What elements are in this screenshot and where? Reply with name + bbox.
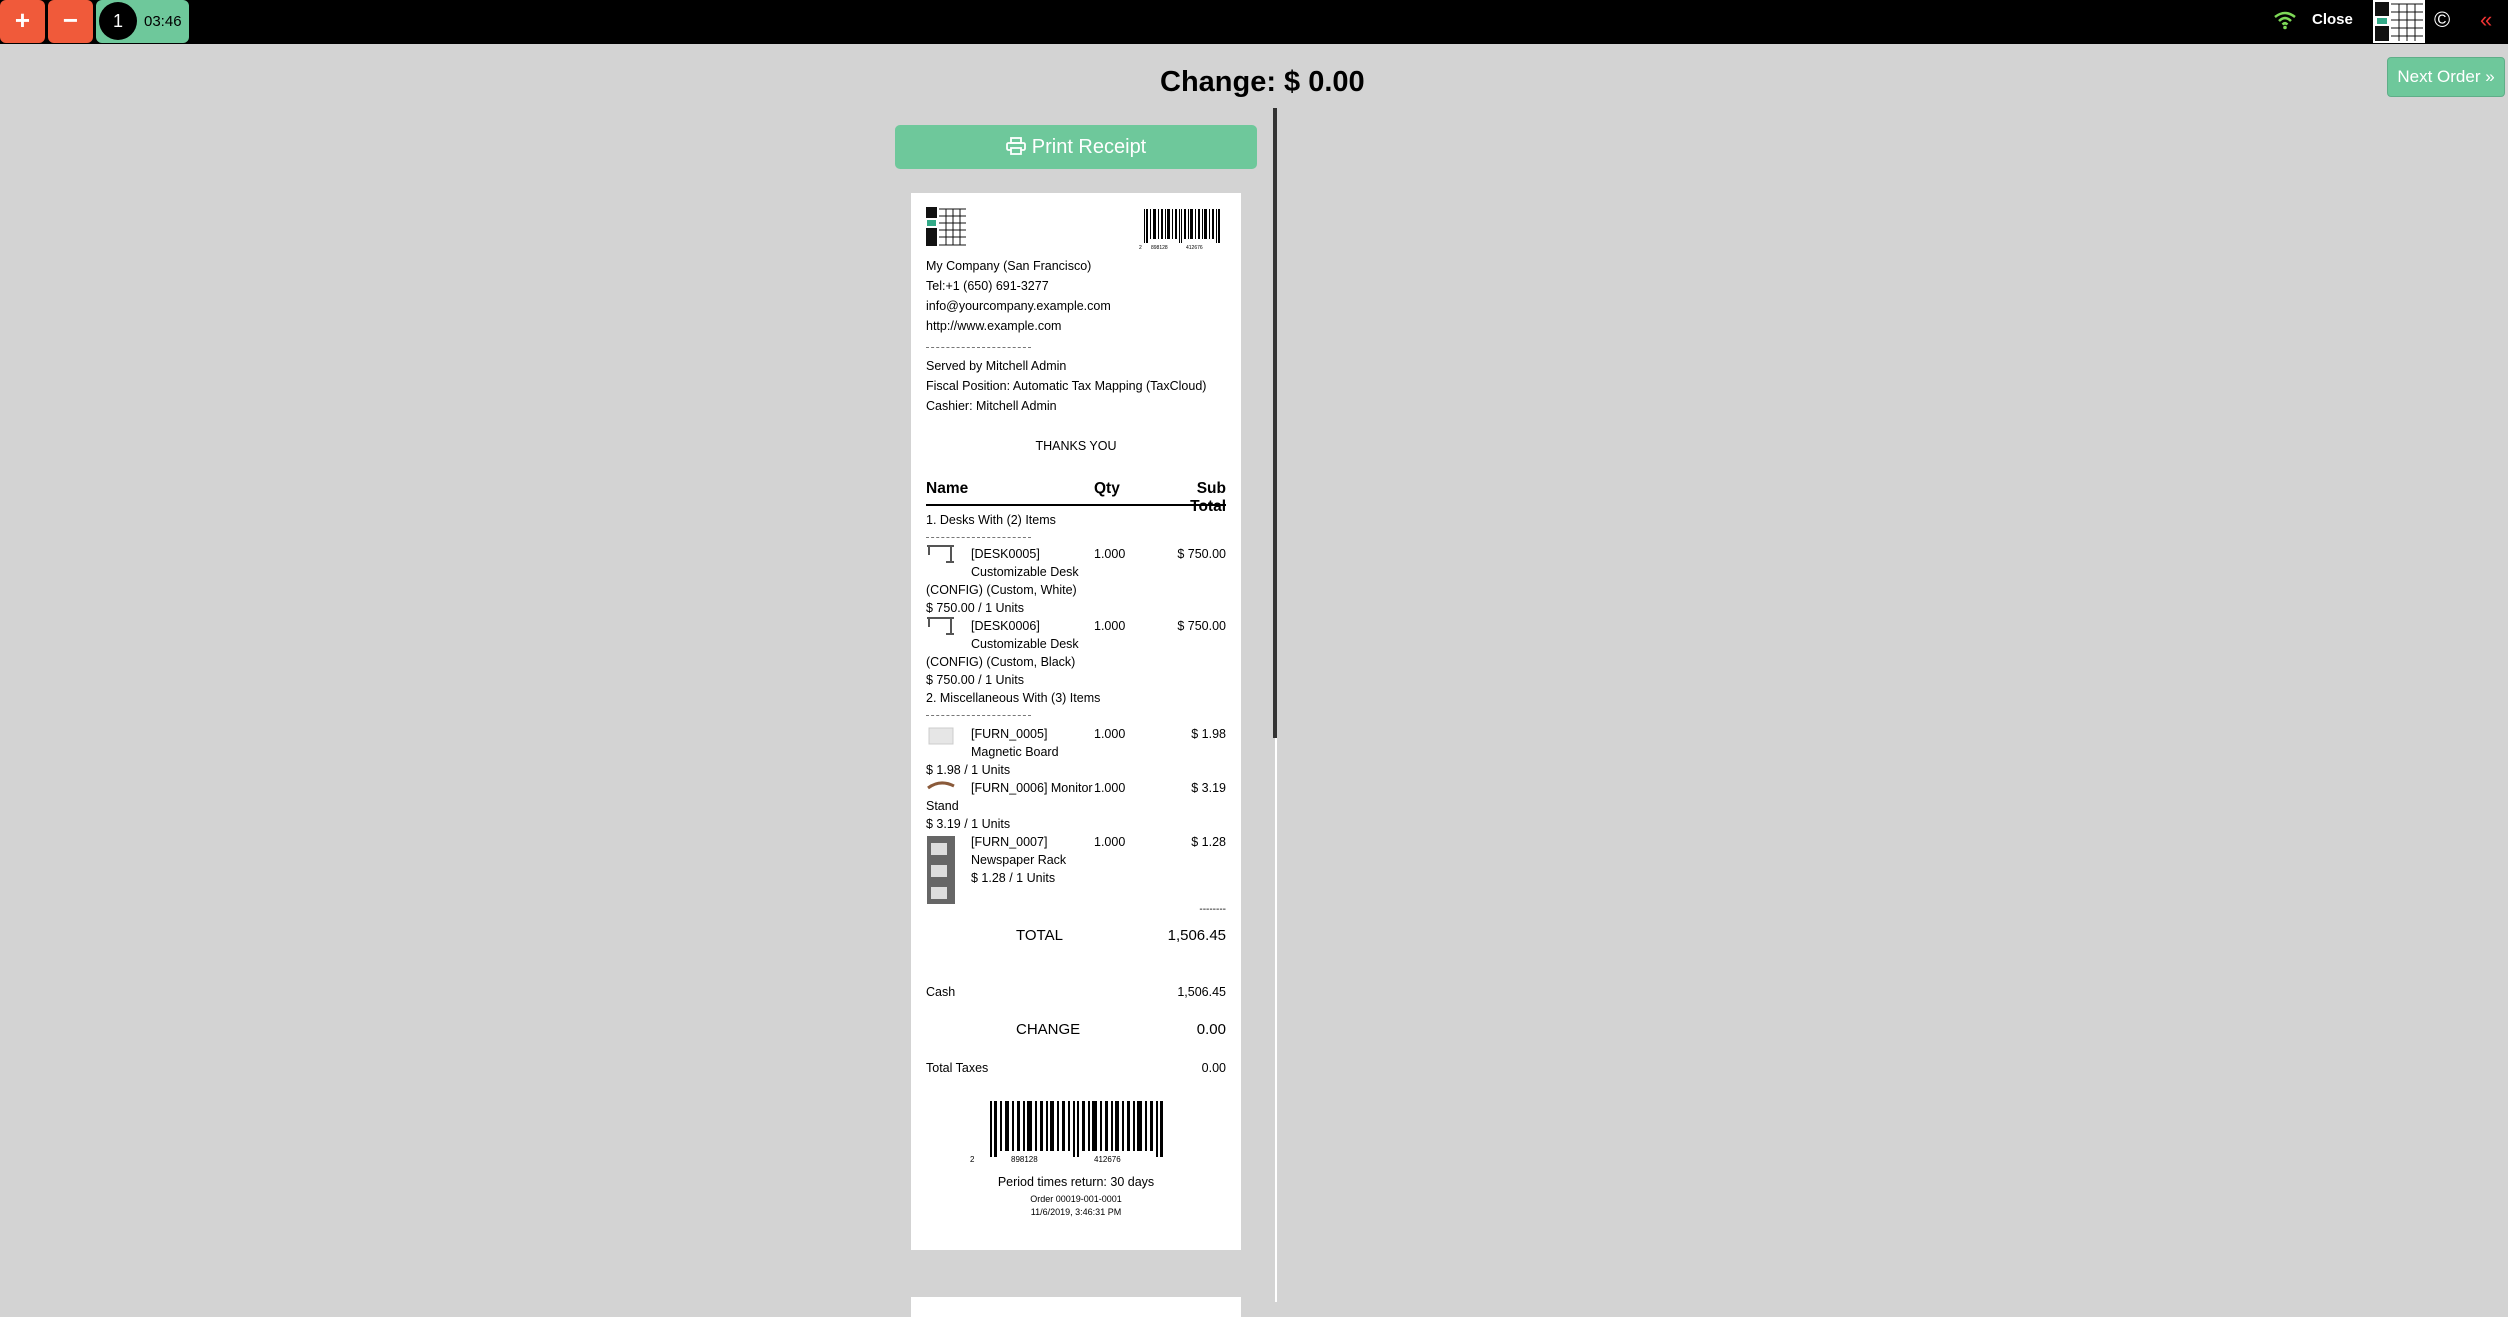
divider bbox=[1273, 108, 1277, 738]
receipt-next-page bbox=[911, 1297, 1241, 1317]
taxes-label: Total Taxes bbox=[926, 1061, 989, 1075]
served-by: Served by Mitchell Admin bbox=[926, 359, 1067, 373]
line-name: Newspaper Rack bbox=[971, 853, 1067, 867]
company-email: info@yourcompany.example.com bbox=[926, 299, 1111, 313]
fiscal-position: Fiscal Position: Automatic Tax Mapping (… bbox=[926, 379, 1207, 393]
change-label: CHANGE bbox=[1016, 1021, 1081, 1038]
remove-order-button[interactable]: − bbox=[48, 0, 93, 43]
line-name: Magnetic Board bbox=[971, 745, 1059, 759]
group-desks: 1. Desks With (2) Items bbox=[926, 513, 1056, 527]
newspaper-rack-thumbnail bbox=[927, 836, 955, 904]
total-value: 1,506.45 bbox=[1167, 927, 1226, 944]
order-number-badge: 1 bbox=[99, 2, 137, 40]
taxes-value: 0.00 bbox=[1201, 1061, 1226, 1075]
magnetic-board-thumbnail bbox=[928, 727, 954, 745]
header-rule bbox=[926, 504, 1226, 506]
top-barcode-group1: 898128 bbox=[1151, 245, 1168, 249]
receipt-logo bbox=[926, 207, 966, 246]
company-name: My Company (San Francisco) bbox=[926, 259, 1092, 273]
print-receipt-label: Print Receipt bbox=[1031, 136, 1147, 158]
wifi-icon bbox=[2274, 11, 2296, 30]
desk-black-thumbnail bbox=[927, 617, 954, 635]
line-name: Customizable Desk bbox=[971, 565, 1079, 579]
order-time: 03:46 bbox=[144, 13, 182, 30]
change-title: Change: $ 0.00 bbox=[1160, 66, 1365, 98]
company-phone: Tel:+1 (650) 691-3277 bbox=[926, 279, 1049, 293]
barcode-group2: 412676 bbox=[1094, 1155, 1121, 1163]
line-unit-price: $ 1.28 / 1 Units bbox=[971, 871, 1056, 885]
minus-icon: − bbox=[62, 5, 79, 35]
separator bbox=[926, 537, 1031, 538]
order-reference: Order 00019-001-0001 bbox=[1030, 1194, 1122, 1204]
thanks-text: THANKS YOU bbox=[1035, 439, 1117, 453]
top-bar: + − 1 03:46 Close © « bbox=[0, 0, 2508, 44]
line-unit-price: $ 3.19 / 1 Units bbox=[926, 817, 1011, 831]
receipt-barcode-top: 2 898128 412676 bbox=[1139, 209, 1220, 249]
line-unit-price: $ 1.98 / 1 Units bbox=[926, 763, 1011, 777]
divider-light bbox=[1275, 738, 1277, 1302]
receipt-barcode: 2 898128 412676 bbox=[970, 1101, 1163, 1163]
col-subtotal-header: Sub Total bbox=[1190, 480, 1226, 515]
copyright-icon[interactable]: © bbox=[2434, 0, 2450, 40]
total-separator: -------- bbox=[1199, 904, 1226, 915]
col-qty-header: Qty bbox=[1094, 480, 1120, 497]
line-subtotal: $ 750.00 bbox=[1177, 547, 1226, 561]
line-subtotal: $ 3.19 bbox=[1191, 781, 1226, 795]
print-receipt-button[interactable]: Print Receipt bbox=[895, 125, 1257, 169]
line-subtotal: $ 1.98 bbox=[1191, 727, 1226, 741]
return-period: Period times return: 30 days bbox=[997, 1175, 1155, 1189]
line-name: [FURN_0006] Monitor bbox=[971, 781, 1093, 795]
cash-value: 1,506.45 bbox=[1177, 985, 1226, 999]
line-unit-price: $ 750.00 / 1 Units bbox=[926, 601, 1024, 615]
close-button[interactable]: Close bbox=[2312, 0, 2353, 40]
barcode-group1: 898128 bbox=[1011, 1155, 1038, 1163]
plus-icon: + bbox=[14, 5, 31, 35]
add-order-button[interactable]: + bbox=[0, 0, 45, 43]
company-logo bbox=[2373, 0, 2425, 43]
collapse-icon[interactable]: « bbox=[2480, 0, 2492, 40]
group-miscellaneous: 2. Miscellaneous With (3) Items bbox=[926, 691, 1101, 705]
line-name: [DESK0006] bbox=[971, 619, 1040, 633]
line-name: Customizable Desk bbox=[971, 637, 1079, 651]
line-name: [FURN_0005] bbox=[971, 727, 1048, 741]
cashier: Cashier: Mitchell Admin bbox=[926, 399, 1057, 413]
top-barcode-group2: 412676 bbox=[1186, 245, 1203, 249]
order-datetime: 11/6/2019, 3:46:31 PM bbox=[1030, 1207, 1122, 1217]
line-name: Stand bbox=[926, 799, 959, 813]
line-name: (CONFIG) (Custom, Black) bbox=[926, 655, 1076, 669]
order-tab[interactable]: 1 03:46 bbox=[96, 0, 189, 43]
company-website: http://www.example.com bbox=[926, 319, 1062, 333]
col-name-header: Name bbox=[926, 480, 969, 497]
separator bbox=[926, 347, 1031, 348]
separator bbox=[926, 715, 1031, 716]
line-name: [FURN_0007] bbox=[971, 835, 1048, 849]
next-order-button[interactable]: Next Order » bbox=[2387, 57, 2505, 97]
desk-white-thumbnail bbox=[927, 545, 954, 563]
print-icon bbox=[1005, 137, 1026, 155]
line-name: (CONFIG) (Custom, White) bbox=[926, 583, 1077, 597]
change-value: 0.00 bbox=[1196, 1021, 1226, 1038]
top-barcode-digit: 2 bbox=[1139, 245, 1142, 249]
line-unit-price: $ 750.00 / 1 Units bbox=[926, 673, 1024, 687]
line-subtotal: $ 750.00 bbox=[1177, 619, 1226, 633]
barcode-digit: 2 bbox=[970, 1155, 975, 1163]
line-subtotal: $ 1.28 bbox=[1191, 835, 1226, 849]
total-label: TOTAL bbox=[1016, 927, 1063, 944]
receipt: 2 898128 412676 My Company (San Francisc… bbox=[911, 193, 1241, 1250]
monitor-stand-thumbnail bbox=[927, 781, 955, 790]
line-name: [DESK0005] bbox=[971, 547, 1040, 561]
cash-label: Cash bbox=[926, 985, 956, 999]
